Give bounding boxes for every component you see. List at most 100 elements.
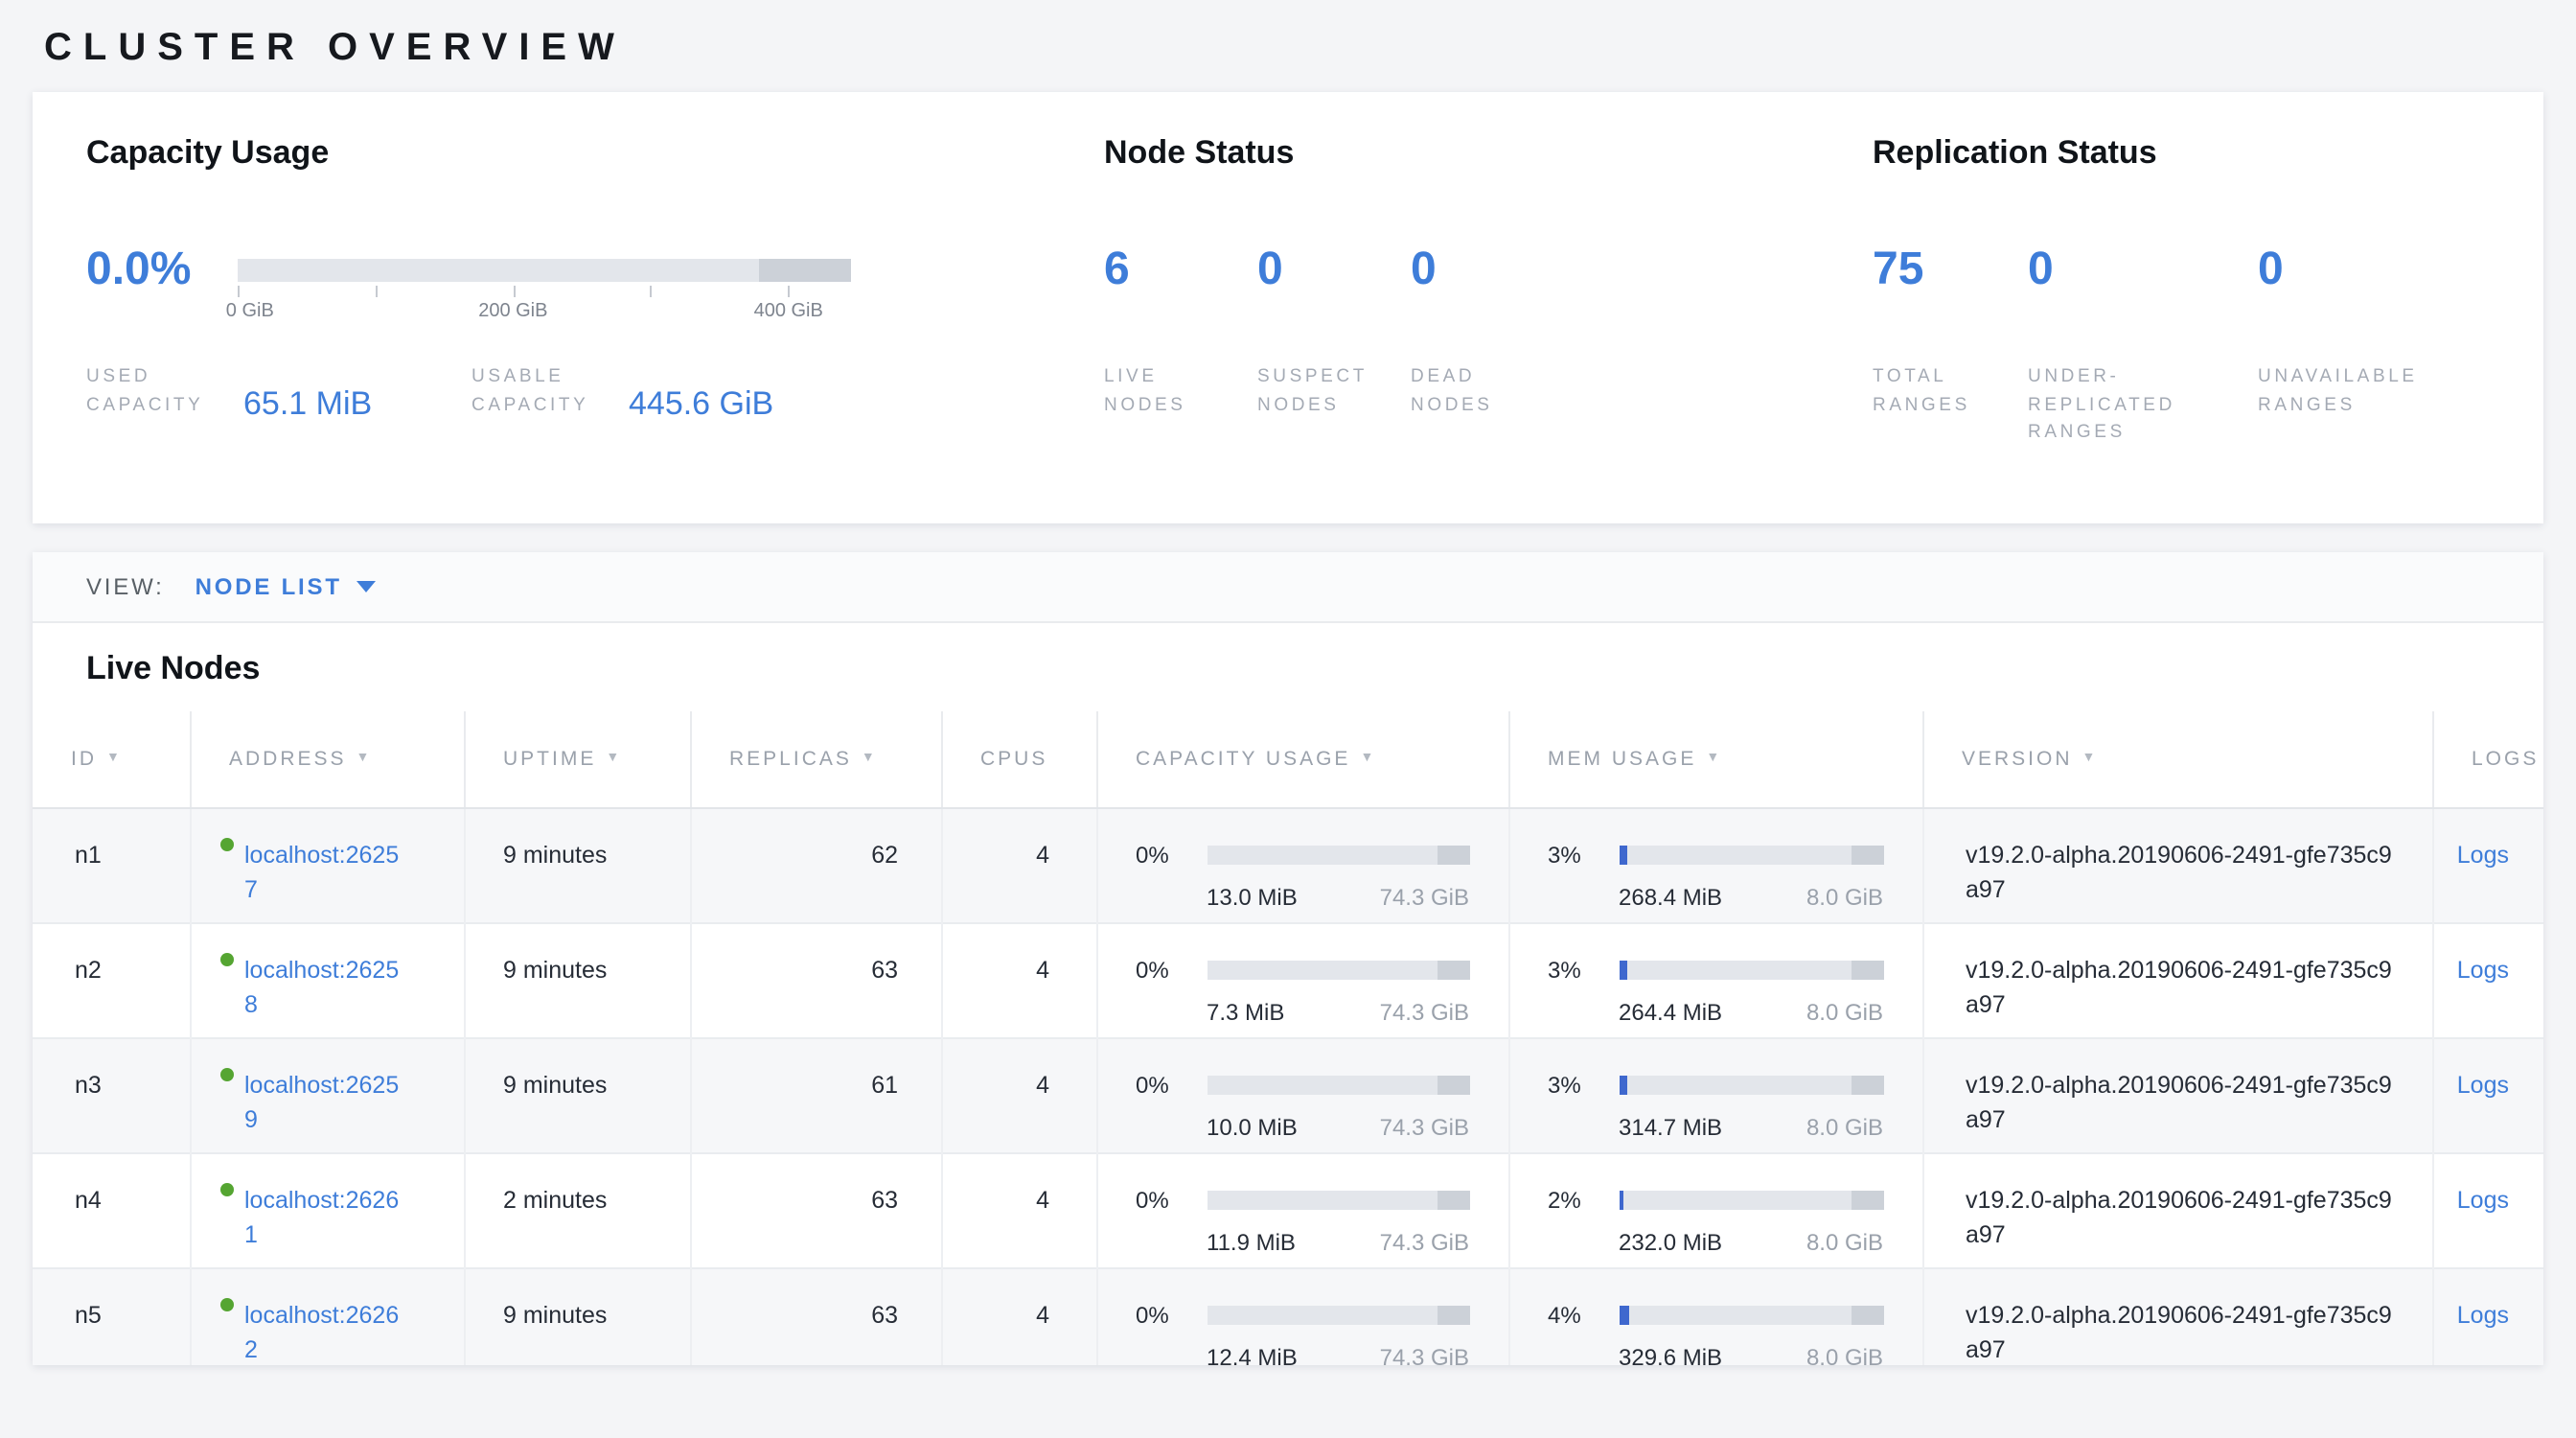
capacity-percent: 0% (1136, 952, 1207, 986)
node-live-dot-icon (219, 837, 233, 850)
live-nodes-stat: 6 LIVE NODES (1104, 230, 1257, 421)
memory-meter (1619, 1305, 1883, 1324)
column-header-uptime[interactable]: UPTIME▼ (464, 711, 690, 807)
capacity-percent: 0% (1136, 837, 1207, 871)
node-uptime-cell: 9 minutes (464, 1037, 690, 1152)
live-nodes-panel: VIEW: NODE LIST Live Nodes ID▼ ADDRESS▼ (33, 552, 2543, 1365)
replication-status-section: Replication Status 75 TOTAL RANGES 0 UND… (1873, 134, 2543, 523)
memory-meter (1619, 845, 1883, 864)
used-capacity-label: USED CAPACITY (86, 364, 228, 421)
under-replicated-ranges-label: UNDER-REPLICATED RANGES (2028, 364, 2220, 449)
capacity-percent: 0% (1136, 1297, 1207, 1332)
node-logs-cell: Logs (2432, 1037, 2543, 1152)
capacity-usage-bar: 0 GiB 200 GiB 400 GiB (238, 259, 851, 282)
node-logs-link[interactable]: Logs (2457, 841, 2509, 868)
memory-used-value: 264.4 MiB (1619, 994, 1722, 1029)
node-mem-usage-cell: 2% 232.0 MiB 8.0 GiB (1508, 1152, 1922, 1267)
node-id-cell: n2 (33, 922, 190, 1037)
replication-status-heading: Replication Status (1873, 134, 2543, 173)
memory-used-value: 268.4 MiB (1619, 879, 1722, 914)
node-cpus-cell: 4 (941, 1267, 1096, 1365)
axis-tick-label: 400 GiB (754, 301, 823, 322)
total-ranges-value: 75 (1873, 230, 2028, 311)
capacity-percent-value: 0.0% (86, 230, 238, 311)
node-uptime-cell: 9 minutes (464, 807, 690, 922)
node-address-cell: localhost:26259 (190, 1037, 464, 1152)
sort-icon: ▼ (1360, 752, 1376, 765)
node-capacity-usage-cell: 0% 13.0 MiB 74.3 GiB (1096, 807, 1508, 922)
total-ranges-stat: 75 TOTAL RANGES (1873, 230, 2028, 449)
capacity-percent: 0% (1136, 1182, 1207, 1217)
node-address-link[interactable]: localhost:26257 (244, 837, 405, 909)
node-replicas-cell: 63 (690, 1152, 941, 1267)
capacity-total-value: 74.3 GiB (1380, 1224, 1469, 1259)
capacity-total-value: 74.3 GiB (1380, 1109, 1469, 1144)
capacity-meter (1207, 1305, 1469, 1324)
node-logs-link[interactable]: Logs (2457, 1186, 2509, 1213)
node-capacity-usage-cell: 0% 12.4 MiB 74.3 GiB (1096, 1267, 1508, 1365)
usable-capacity-value: 445.6 GiB (629, 386, 773, 425)
view-selector-dropdown[interactable]: NODE LIST (196, 573, 377, 600)
memory-percent: 4% (1548, 1297, 1619, 1332)
node-address-link[interactable]: localhost:26261 (244, 1182, 405, 1254)
memory-meter-reserved-segment (1852, 960, 1883, 979)
memory-meter-fill (1619, 960, 1626, 979)
column-header-address[interactable]: ADDRESS▼ (190, 711, 464, 807)
live-nodes-heading: Live Nodes (33, 623, 2543, 711)
node-uptime-cell: 9 minutes (464, 1267, 690, 1365)
column-header-capacity-usage[interactable]: CAPACITY USAGE▼ (1096, 711, 1508, 807)
node-cpus-cell: 4 (941, 1152, 1096, 1267)
node-replicas-cell: 63 (690, 1267, 941, 1365)
node-version-cell: v19.2.0-alpha.20190606-2491-gfe735c9a97 (1922, 807, 2432, 922)
table-row: n3 localhost:26259 9 minutes 61 4 0% 10.… (33, 1037, 2543, 1152)
column-header-cpus[interactable]: CPUS (941, 711, 1096, 807)
node-address-link[interactable]: localhost:26258 (244, 952, 405, 1024)
column-header-logs: LOGS (2432, 711, 2543, 807)
memory-percent: 3% (1548, 837, 1619, 871)
node-version-cell: v19.2.0-alpha.20190606-2491-gfe735c9a97 (1922, 1152, 2432, 1267)
table-row: n4 localhost:26261 2 minutes 63 4 0% 11.… (33, 1152, 2543, 1267)
memory-used-value: 329.6 MiB (1619, 1339, 1722, 1365)
capacity-meter (1207, 1075, 1469, 1094)
node-address-link[interactable]: localhost:26259 (244, 1067, 405, 1139)
sort-icon: ▼ (106, 752, 123, 765)
memory-meter (1619, 1075, 1883, 1094)
capacity-used-value: 13.0 MiB (1207, 879, 1298, 914)
capacity-used-value: 12.4 MiB (1207, 1339, 1298, 1365)
capacity-meter-reserved-segment (1438, 1190, 1469, 1209)
node-logs-link[interactable]: Logs (2457, 1071, 2509, 1098)
column-header-id[interactable]: ID▼ (33, 711, 190, 807)
node-id-cell: n4 (33, 1152, 190, 1267)
under-replicated-ranges-stat: 0 UNDER-REPLICATED RANGES (2028, 230, 2258, 449)
node-status-section: Node Status 6 LIVE NODES 0 SUSPECT NODES… (1104, 134, 1873, 523)
live-nodes-tbody: n1 localhost:26257 9 minutes 62 4 0% 13.… (33, 807, 2543, 1365)
node-live-dot-icon (219, 1182, 233, 1195)
table-row: n1 localhost:26257 9 minutes 62 4 0% 13.… (33, 807, 2543, 922)
column-header-replicas[interactable]: REPLICAS▼ (690, 711, 941, 807)
column-header-mem-usage[interactable]: MEM USAGE▼ (1508, 711, 1922, 807)
node-logs-cell: Logs (2432, 922, 2543, 1037)
memory-meter (1619, 1190, 1883, 1209)
node-logs-link[interactable]: Logs (2457, 956, 2509, 983)
column-header-version[interactable]: VERSION▼ (1922, 711, 2432, 807)
capacity-meter-reserved-segment (1438, 1305, 1469, 1324)
node-address-link[interactable]: localhost:26262 (244, 1297, 405, 1365)
node-id-cell: n5 (33, 1267, 190, 1365)
node-replicas-cell: 61 (690, 1037, 941, 1152)
capacity-meter (1207, 845, 1469, 864)
node-mem-usage-cell: 3% 314.7 MiB 8.0 GiB (1508, 1037, 1922, 1152)
capacity-meter-reserved-segment (1438, 960, 1469, 979)
capacity-percent: 0% (1136, 1067, 1207, 1102)
memory-meter (1619, 960, 1883, 979)
node-mem-usage-cell: 4% 329.6 MiB 8.0 GiB (1508, 1267, 1922, 1365)
used-capacity-value: 65.1 MiB (243, 386, 372, 425)
memory-meter-fill (1619, 1075, 1626, 1094)
memory-meter-reserved-segment (1852, 845, 1883, 864)
live-nodes-table: ID▼ ADDRESS▼ UPTIME▼ REPLICAS▼ CPUS (33, 711, 2543, 1365)
node-cpus-cell: 4 (941, 1037, 1096, 1152)
node-address-cell: localhost:26258 (190, 922, 464, 1037)
node-logs-link[interactable]: Logs (2457, 1301, 2509, 1328)
capacity-meter (1207, 960, 1469, 979)
capacity-total-value: 74.3 GiB (1380, 879, 1469, 914)
view-selected-value: NODE LIST (196, 573, 342, 600)
